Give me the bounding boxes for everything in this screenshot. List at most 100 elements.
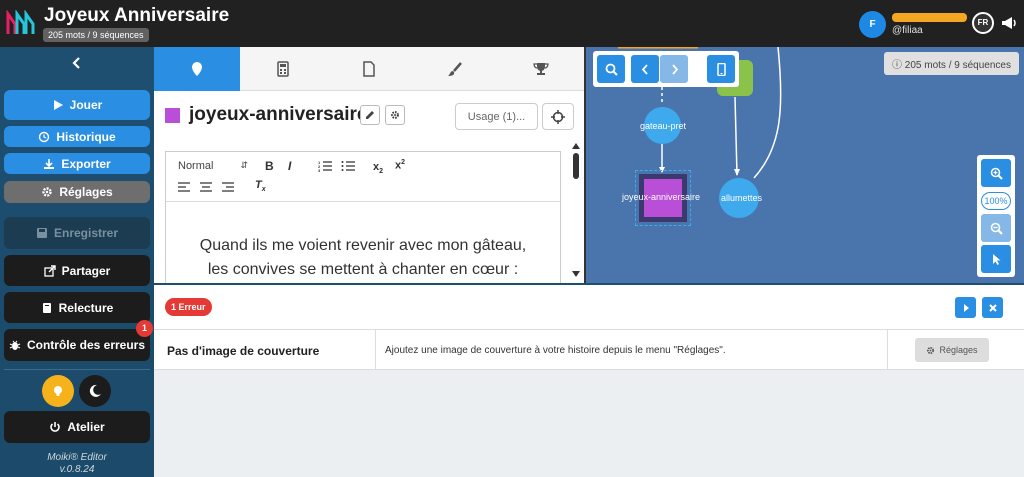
node-label: allumettes xyxy=(721,193,763,203)
paintbrush-icon xyxy=(448,62,462,76)
zoom-out-button[interactable] xyxy=(981,214,1011,242)
map-forward-button[interactable] xyxy=(660,55,688,83)
divider xyxy=(375,330,376,371)
usage-button[interactable]: Usage (1)... xyxy=(455,103,538,130)
zoom-controls: 100% xyxy=(977,155,1015,277)
divider xyxy=(4,369,150,370)
moon-icon xyxy=(89,384,101,397)
play-icon xyxy=(53,100,63,110)
zoom-level[interactable]: 100% xyxy=(981,192,1011,210)
export-button[interactable]: Exporter xyxy=(4,153,150,174)
mobile-preview-button[interactable] xyxy=(707,55,735,83)
moiki-logo xyxy=(6,10,35,34)
story-map[interactable]: gateau-pret joyeux-anniversaire allumett… xyxy=(584,47,1024,283)
tab-location[interactable] xyxy=(154,47,240,91)
language-button[interactable]: FR xyxy=(972,12,994,34)
play-button[interactable]: Jouer xyxy=(4,90,150,120)
tab-document[interactable] xyxy=(326,47,412,91)
select-tool-button[interactable] xyxy=(981,245,1011,273)
wordcount-badge: 205 mots / 9 séquences xyxy=(43,28,149,42)
settings-button[interactable]: Réglages xyxy=(4,181,150,203)
align-right-icon[interactable] xyxy=(222,182,234,192)
divider xyxy=(887,330,888,371)
zoom-in-button[interactable] xyxy=(981,159,1011,187)
node-label: joyeux-anniversaire xyxy=(622,192,701,202)
bold-button[interactable]: B xyxy=(265,159,274,173)
clear-format-icon[interactable]: Tx xyxy=(255,179,266,193)
font-style-select[interactable]: Normal ⇵ xyxy=(178,160,248,172)
error-count-badge: 1 Erreur xyxy=(165,298,212,316)
gear-icon xyxy=(927,346,935,354)
version-number: v.0.8.24 xyxy=(59,464,95,475)
scroll-thumb[interactable] xyxy=(573,153,579,179)
scroll-up-icon[interactable] xyxy=(572,143,580,149)
version-info: Moiki® Editor v.0.8.24 xyxy=(0,452,154,476)
scrollbar[interactable] xyxy=(570,143,580,283)
proofread-button[interactable]: Relecture xyxy=(4,292,150,323)
history-button[interactable]: Historique xyxy=(4,126,150,147)
bullet-list-icon[interactable] xyxy=(341,160,355,172)
info-icon: ⓘ xyxy=(892,60,902,71)
sidebar: Jouer Historique Exporter Réglages Enreg… xyxy=(0,47,154,477)
scroll-down-icon[interactable] xyxy=(572,271,580,277)
map-search-button[interactable] xyxy=(597,55,625,83)
trophy-icon xyxy=(533,63,549,75)
mobile-icon xyxy=(716,62,726,76)
sequence-settings-button[interactable] xyxy=(385,105,405,125)
save-button[interactable]: Enregistrer xyxy=(4,217,150,249)
edit-title-button[interactable] xyxy=(360,105,380,125)
error-panel: 1 Erreur Pas d'image de couverture Ajout… xyxy=(154,283,1024,371)
superscript-button[interactable]: x2 xyxy=(395,159,405,172)
expand-errors-button[interactable] xyxy=(955,297,976,318)
error-row: Pas d'image de couverture Ajoutez une im… xyxy=(154,329,1024,371)
close-errors-button[interactable] xyxy=(982,297,1003,318)
node-label: gateau-pret xyxy=(640,121,687,131)
empty-area xyxy=(154,370,1024,477)
share-button[interactable]: Partager xyxy=(4,255,150,286)
avatar[interactable]: F xyxy=(859,11,886,38)
tab-calculator[interactable] xyxy=(240,47,326,91)
app-name: Moiki® Editor xyxy=(47,452,107,463)
crosshair-icon xyxy=(551,109,565,124)
power-icon xyxy=(50,422,61,432)
pencil-icon xyxy=(366,111,374,119)
chevron-right-icon xyxy=(671,63,678,75)
tab-trophy[interactable] xyxy=(498,47,584,91)
workshop-button[interactable]: Atelier xyxy=(4,411,150,443)
dark-theme-button[interactable] xyxy=(79,375,111,407)
light-theme-button[interactable] xyxy=(42,375,74,407)
error-settings-button[interactable]: Réglages xyxy=(915,338,989,362)
search-icon xyxy=(605,63,618,76)
editor-content[interactable]: Quand ils me voient revenir avec mon gât… xyxy=(166,234,560,282)
ordered-list-icon[interactable]: 123 xyxy=(318,160,332,172)
lightbulb-icon xyxy=(54,386,62,396)
italic-button[interactable]: I xyxy=(288,159,291,173)
map-wordcount-badge: ⓘ 205 mots / 9 séquences xyxy=(884,52,1019,75)
align-center-icon[interactable] xyxy=(200,182,212,192)
close-icon xyxy=(988,303,997,312)
sequence-title: joyeux-anniversaire xyxy=(189,104,368,125)
username[interactable]: @filiaa xyxy=(892,25,923,36)
file-icon xyxy=(363,61,375,77)
top-bar: Joyeux Anniversaire 205 mots / 9 séquenc… xyxy=(0,0,1024,47)
tab-style[interactable] xyxy=(412,47,498,91)
sort-icon: ⇵ xyxy=(240,160,248,170)
map-back-button[interactable] xyxy=(631,55,659,83)
chevron-left-icon xyxy=(641,63,648,75)
text-editor[interactable]: Normal ⇵ B I 123 x2 x2 Tx Quand ils me v… xyxy=(165,151,561,283)
editor-tabs xyxy=(154,47,584,91)
user-progress-bar xyxy=(892,13,967,22)
error-check-button[interactable]: Contrôle des erreurs xyxy=(4,329,150,361)
history-icon xyxy=(39,131,50,142)
map-toolbar xyxy=(593,51,739,87)
zoom-out-icon xyxy=(990,222,1003,235)
save-icon xyxy=(36,228,47,238)
caret-right-icon xyxy=(963,303,969,312)
sequence-color-swatch[interactable] xyxy=(165,108,180,123)
chevron-left-icon[interactable] xyxy=(70,56,84,70)
locate-button[interactable] xyxy=(542,103,574,130)
subscript-button[interactable]: x2 xyxy=(373,161,383,175)
align-left-icon[interactable] xyxy=(178,182,190,192)
megaphone-icon[interactable] xyxy=(1000,14,1018,32)
book-icon xyxy=(42,302,51,313)
